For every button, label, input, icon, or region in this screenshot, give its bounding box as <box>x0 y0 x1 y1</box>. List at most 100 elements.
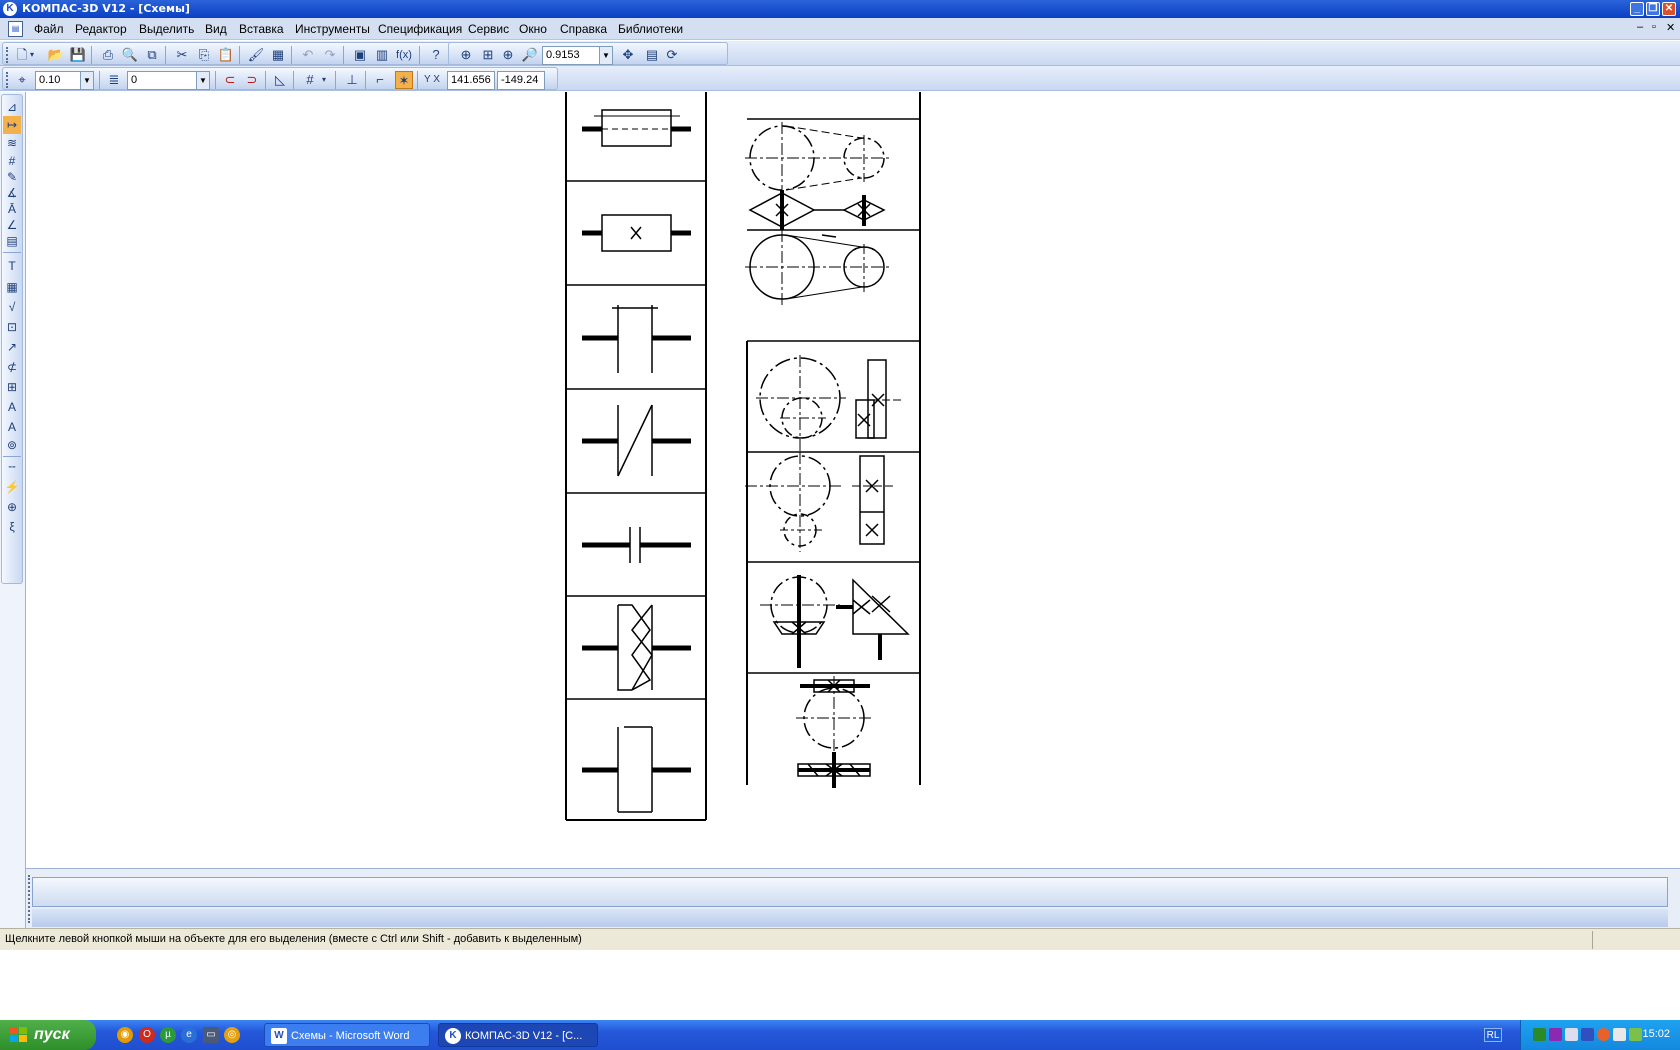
tray-network-icon[interactable] <box>1549 1028 1562 1041</box>
layer-dropdown-icon[interactable]: ▼ <box>196 71 210 90</box>
library-icon[interactable]: ▥ <box>373 46 391 64</box>
spec-icon[interactable]: ▤ <box>3 232 21 250</box>
tray-safely-remove-icon[interactable] <box>1565 1028 1578 1041</box>
internet-explorer-icon[interactable]: e <box>181 1027 197 1043</box>
zoom-in-icon[interactable]: ⊕ <box>499 46 517 64</box>
base-icon[interactable]: ⊡ <box>3 318 21 336</box>
menu-service[interactable]: Сервис <box>468 22 509 36</box>
toolbar-grip[interactable] <box>6 47 9 63</box>
tray-volume-icon[interactable] <box>1613 1028 1626 1041</box>
layer-field[interactable]: 0 <box>127 71 197 90</box>
start-button[interactable]: пуск <box>0 1020 96 1050</box>
step-field[interactable]: 0.10 <box>35 71 81 90</box>
help-pointer-icon[interactable]: ? <box>427 46 445 64</box>
cursor-step-icon[interactable]: ⌖ <box>13 71 31 89</box>
tray-nvidia-icon[interactable] <box>1629 1028 1642 1041</box>
local-cs-icon[interactable]: ⊥ <box>343 71 361 89</box>
tray-flag-icon[interactable] <box>1581 1028 1594 1041</box>
restore-button[interactable]: ❐ <box>1646 2 1660 16</box>
wave-line-icon[interactable]: ⚡ <box>3 478 21 496</box>
menu-select[interactable]: Выделить <box>139 22 194 36</box>
chrome-icon[interactable]: ◎ <box>224 1027 240 1043</box>
format-painter-icon[interactable]: 🖌 <box>247 46 265 64</box>
save-icon[interactable]: 💾 <box>69 46 87 64</box>
redraw-icon[interactable]: ⟳ <box>663 46 681 64</box>
menu-insert[interactable]: Вставка <box>239 22 284 36</box>
roughness-icon[interactable]: √ <box>3 298 21 316</box>
grid-icon[interactable]: # <box>301 71 319 89</box>
orthogonal-mode-icon[interactable]: ⌐ <box>371 71 389 89</box>
geometry-icon[interactable]: ⊿ <box>3 98 21 116</box>
manager-icon[interactable]: ▣ <box>351 46 369 64</box>
show-desktop-icon[interactable]: ▭ <box>203 1027 219 1043</box>
clock[interactable]: 15:02 <box>1642 1028 1670 1040</box>
mdi-minimize-button[interactable]: – <box>1637 21 1643 33</box>
tray-monitor-icon[interactable] <box>1533 1028 1546 1041</box>
mdi-restore-button[interactable]: ▫ <box>1652 21 1656 33</box>
language-indicator[interactable]: RL <box>1484 1028 1502 1042</box>
toolbar-grip[interactable] <box>6 72 9 88</box>
cut-icon[interactable]: ✂ <box>173 46 191 64</box>
dimensions-icon[interactable]: ↦ <box>3 116 21 134</box>
menu-help[interactable]: Справка <box>560 22 607 36</box>
center-mark-icon[interactable]: ⊕ <box>3 498 21 516</box>
zoom-dropdown-icon[interactable]: ▼ <box>599 46 613 65</box>
properties-icon[interactable]: ▦ <box>269 46 287 64</box>
document-icon[interactable]: ▤ <box>8 21 23 37</box>
view-arrow-icon[interactable]: A <box>3 418 21 436</box>
ortho-icon[interactable]: ◺ <box>271 71 289 89</box>
export-icon[interactable]: ⧉ <box>143 46 161 64</box>
minimize-button[interactable]: _ <box>1630 2 1644 16</box>
panel-grip[interactable] <box>28 875 31 923</box>
print-icon[interactable]: ⎙ <box>99 46 117 64</box>
menu-window[interactable]: Окно <box>519 22 547 36</box>
zoom-window-icon[interactable]: ⊞ <box>479 46 497 64</box>
tolerance-icon[interactable]: ⊞ <box>3 378 21 396</box>
mdi-close-button[interactable]: ✕ <box>1666 21 1675 34</box>
local-snaps-icon[interactable]: ⊃ <box>243 71 261 89</box>
menu-view[interactable]: Вид <box>205 22 227 36</box>
variables-icon[interactable]: f(x) <box>395 46 413 64</box>
utorrent-icon[interactable]: µ <box>160 1027 176 1043</box>
zoom-icon[interactable]: 🔎 <box>521 46 539 64</box>
menu-libraries[interactable]: Библиотеки <box>618 22 683 36</box>
drawing-canvas[interactable] <box>26 92 1680 868</box>
step-dropdown-icon[interactable]: ▼ <box>80 71 94 90</box>
task-kompas[interactable]: K КОМПАС-3D V12 - [С... <box>438 1023 598 1047</box>
undo-icon[interactable]: ↶ <box>299 46 317 64</box>
new-dropdown-icon[interactable]: ▾ <box>27 46 37 64</box>
menu-file[interactable]: Файл <box>34 22 64 36</box>
print-preview-icon[interactable]: 🔍 <box>121 46 139 64</box>
position-icon[interactable]: ⊄ <box>3 358 21 376</box>
center-line-icon[interactable]: ╌ <box>3 458 21 476</box>
menu-tools[interactable]: Инструменты <box>295 22 370 36</box>
zoom-field[interactable]: 0.9153 <box>542 46 600 65</box>
opera-icon[interactable]: O <box>139 1027 155 1043</box>
menu-specification[interactable]: Спецификация <box>378 22 462 36</box>
section-line-icon[interactable]: A <box>3 398 21 416</box>
task-word[interactable]: W Схемы - Microsoft Word <box>264 1023 430 1047</box>
break-line-icon[interactable]: ξ <box>3 518 21 536</box>
text-icon[interactable]: T <box>3 257 21 275</box>
quicklaunch-app-icon[interactable]: ◉ <box>117 1027 133 1043</box>
refresh-view-icon[interactable]: ▤ <box>643 46 661 64</box>
grid-dropdown-icon[interactable]: ▾ <box>319 71 329 89</box>
leader-icon[interactable]: ↗ <box>3 338 21 356</box>
open-folder-icon[interactable]: 📂 <box>47 46 65 64</box>
pan-icon[interactable]: ✥ <box>619 46 637 64</box>
redo-icon[interactable]: ↷ <box>321 46 339 64</box>
copy-icon[interactable]: ⎘ <box>195 46 213 64</box>
snaps-icon[interactable]: ⊂ <box>221 71 239 89</box>
close-button[interactable]: ✕ <box>1662 2 1676 16</box>
tray-antivirus-icon[interactable] <box>1597 1028 1610 1041</box>
designations-icon[interactable]: ≋ <box>3 134 21 152</box>
paste-icon[interactable]: 📋 <box>217 46 235 64</box>
axis-icon[interactable]: ⊚ <box>3 436 21 454</box>
coord-x-field[interactable]: 141.656 <box>447 71 495 90</box>
layers-icon[interactable]: ≣ <box>105 71 123 89</box>
menu-edit[interactable]: Редактор <box>75 22 127 36</box>
coord-y-field[interactable]: -149.24 <box>497 71 545 90</box>
snap-active-icon[interactable]: ✶ <box>395 71 413 89</box>
properties-content[interactable] <box>32 877 1668 907</box>
table-icon[interactable]: ▦ <box>3 278 21 296</box>
